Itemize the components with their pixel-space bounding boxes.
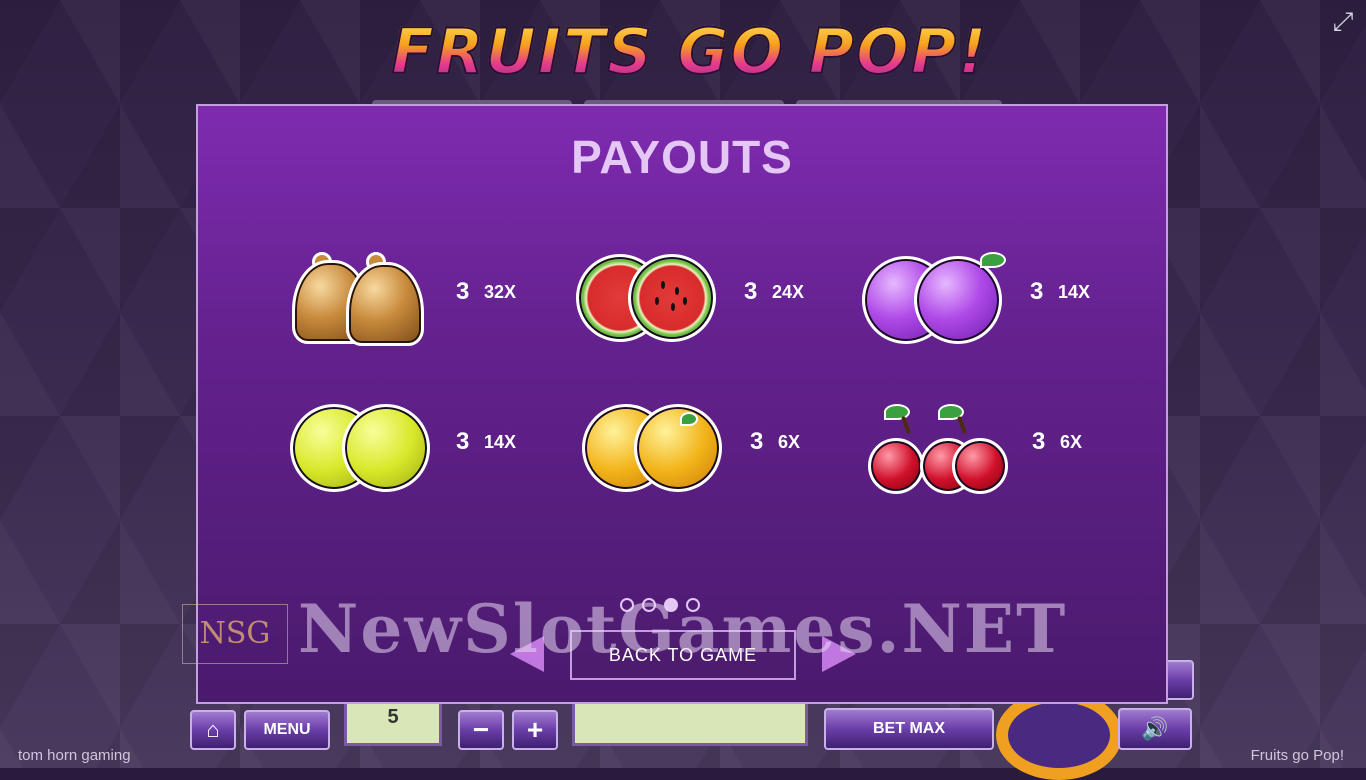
payout-item-watermelon: 3 24X [576, 248, 836, 358]
payout-item-bell: 3 32X [290, 248, 550, 358]
plum-icon [862, 248, 1012, 348]
payout-count: 3 [1030, 278, 1044, 305]
page-dot[interactable] [642, 598, 656, 612]
payout-item-cherry: 3 6X [868, 398, 1128, 508]
payouts-panel: PAYOUTS 3 32X 3 24X 3 14X 3 14X 3 6X 3 6… [196, 104, 1168, 704]
sound-button[interactable]: 🔊 [1118, 708, 1192, 750]
watermark-logo: NSG [182, 604, 288, 664]
page-dot-active[interactable] [664, 598, 678, 612]
provider-label: tom horn gaming [18, 747, 131, 764]
payout-count: 3 [456, 428, 470, 455]
prev-page-arrow-icon[interactable] [510, 636, 544, 672]
watermelon-icon [576, 248, 726, 348]
menu-button[interactable]: MENU [244, 710, 330, 750]
payout-multiplier: 14X [1058, 282, 1091, 302]
page-dot[interactable] [686, 598, 700, 612]
lines-field: 5 [344, 700, 442, 746]
win-field [572, 700, 808, 746]
game-logo: FRUITS GO POP! [385, 14, 995, 90]
minus-button[interactable]: − [458, 710, 504, 750]
cherry-icon [868, 398, 1018, 498]
payout-item-orange: 3 6X [582, 398, 842, 508]
bell-icon [290, 248, 440, 348]
page-indicator [620, 598, 700, 612]
payout-count: 3 [750, 428, 764, 455]
payout-item-lemon: 3 14X [290, 398, 550, 508]
lemon-icon [290, 398, 440, 498]
payout-item-plum: 3 14X [862, 248, 1122, 358]
payout-count: 3 [1032, 428, 1046, 455]
back-to-game-button[interactable]: BACK TO GAME [570, 630, 796, 680]
bet-max-button[interactable]: BET MAX [824, 708, 994, 750]
payout-multiplier: 32X [484, 282, 517, 302]
payout-multiplier: 14X [484, 432, 517, 452]
plus-button[interactable]: + [512, 710, 558, 750]
payout-count: 3 [744, 278, 758, 305]
speaker-icon: 🔊 [1141, 716, 1169, 741]
payout-count: 3 [456, 278, 470, 305]
expand-icon[interactable]: ⤢ [1328, 6, 1358, 36]
page-dot[interactable] [620, 598, 634, 612]
payout-multiplier: 6X [778, 432, 801, 452]
panel-title: PAYOUTS [571, 131, 793, 183]
payout-multiplier: 24X [772, 282, 805, 302]
orange-icon [582, 398, 732, 498]
next-page-arrow-icon[interactable] [822, 636, 856, 672]
payout-multiplier: 6X [1060, 432, 1083, 452]
home-button[interactable]: ⌂ [190, 710, 236, 750]
home-icon: ⌂ [206, 717, 220, 742]
game-name-label: Fruits go Pop! [1250, 747, 1344, 764]
